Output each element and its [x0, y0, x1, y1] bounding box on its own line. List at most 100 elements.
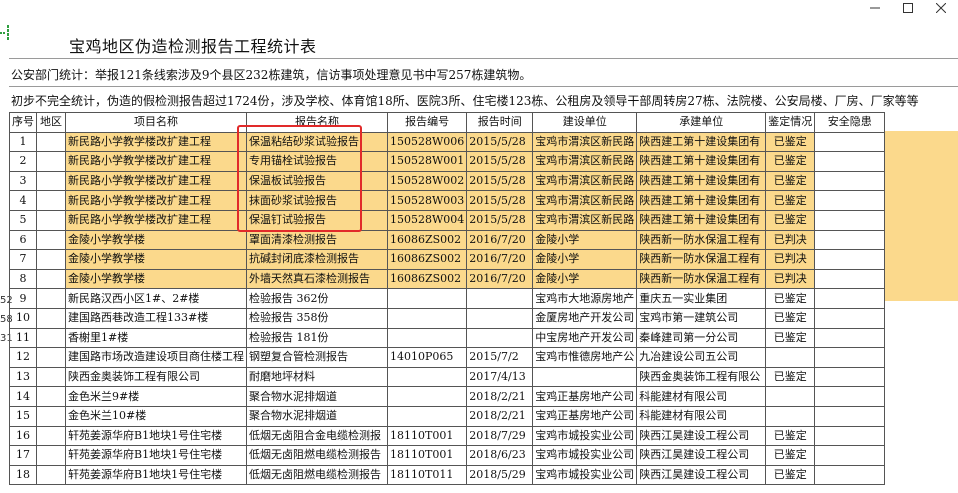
- cell-builder[interactable]: 金陵小学: [532, 229, 638, 251]
- cell-status[interactable]: [765, 386, 816, 407]
- table-row[interactable]: 12 建国路市场改造建设项目商住楼工程 钢塑复合管检测报告 14010P065 2015…: [9, 347, 886, 368]
- cell-area[interactable]: [36, 268, 66, 290]
- cell-report[interactable]: 聚合物水泥排烟道: [246, 405, 388, 427]
- table-row[interactable]: 8 金陵小学教学楼 外墙天然真石漆检测报告 16086ZS002 2016/7/20 金陵…: [9, 268, 886, 290]
- cell-builder[interactable]: 宝鸡市惟德房地产公: [532, 347, 638, 368]
- cell-builder[interactable]: 宝鸡市渭滨区新民路: [532, 190, 638, 211]
- cell-no[interactable]: 16: [9, 425, 37, 447]
- cell-code[interactable]: 16086ZS002: [386, 229, 468, 251]
- cell-no[interactable]: 15: [9, 405, 37, 427]
- cell-project[interactable]: 香榭里1#楼: [65, 327, 247, 349]
- cell-code[interactable]: 18110T001: [386, 445, 468, 466]
- cell-no[interactable]: 5: [9, 209, 37, 231]
- cell-area[interactable]: [36, 347, 66, 368]
- cell-area[interactable]: [36, 307, 66, 329]
- cell-project[interactable]: 陕西金奥装饰工程有限公司: [65, 366, 247, 388]
- cell-area[interactable]: [36, 151, 66, 172]
- cell-report[interactable]: 检验报告 362份: [246, 288, 388, 309]
- table-row[interactable]: 13 陕西金奥装饰工程有限公司 耐磨地坪材料 2017/4/13 陕西金奥装饰工程有限公…: [9, 366, 886, 388]
- cell-builder[interactable]: 宝鸡市城投实业公司: [532, 445, 638, 466]
- column-header[interactable]: 建设单位: [532, 112, 638, 133]
- cell-report[interactable]: 低烟无卤阻合金电缆检测报: [246, 425, 388, 447]
- column-header[interactable]: 项目名称: [65, 112, 247, 133]
- cell-builder[interactable]: [532, 366, 638, 388]
- cell-status[interactable]: 已鉴定: [765, 425, 816, 447]
- column-header[interactable]: 地区: [36, 112, 66, 133]
- cell-area[interactable]: [36, 131, 66, 153]
- cell-risk[interactable]: [814, 151, 886, 172]
- cell-builder[interactable]: 金陵小学: [532, 268, 638, 290]
- cell-date[interactable]: 2016/7/20: [466, 229, 534, 251]
- cell-contractor[interactable]: 陕西新一防水保温工程有: [636, 229, 767, 251]
- cell-builder[interactable]: 宝鸡市渭滨区新民路: [532, 209, 638, 231]
- cell-status[interactable]: 已鉴定: [765, 366, 816, 388]
- cell-no[interactable]: 13: [9, 366, 37, 388]
- cell-risk[interactable]: [814, 170, 886, 192]
- cell-risk[interactable]: [814, 249, 886, 270]
- cell-contractor[interactable]: 秦峰建司第一分公司: [636, 327, 767, 349]
- cell-risk[interactable]: [814, 386, 886, 407]
- cell-report[interactable]: 钢塑复合管检测报告: [246, 347, 388, 368]
- cell-contractor[interactable]: 九冶建设公司五公司: [636, 347, 767, 368]
- cell-area[interactable]: [36, 288, 66, 309]
- cell-code[interactable]: 150528W002: [386, 170, 468, 192]
- cell-contractor[interactable]: 陕西江昊建设工程公司: [636, 464, 767, 486]
- table-row[interactable]: 14 金色米兰9#楼 聚合物水泥排烟道 2018/2/21 宝鸡正基房地产公司 科能建材有…: [9, 386, 886, 407]
- cell-no[interactable]: 10: [9, 307, 37, 329]
- cell-status[interactable]: 已判决: [765, 249, 816, 270]
- cell-builder[interactable]: 宝鸡市大地源房地产: [532, 288, 638, 309]
- maximize-button[interactable]: [893, 0, 923, 16]
- cell-builder[interactable]: 金陵小学: [532, 249, 638, 270]
- cell-date[interactable]: 2018/7/29: [466, 425, 534, 447]
- cell-report[interactable]: 低烟无卤阻燃电缆检测报告: [246, 445, 388, 466]
- cell-area[interactable]: [36, 170, 66, 192]
- cell-status[interactable]: [765, 347, 816, 368]
- cell-code[interactable]: 18110T011: [386, 464, 468, 486]
- cell-report[interactable]: 外墙天然真石漆检测报告: [246, 268, 388, 290]
- cell-risk[interactable]: [814, 327, 886, 349]
- cell-area[interactable]: [36, 366, 66, 388]
- cell-status[interactable]: 已鉴定: [765, 209, 816, 231]
- cell-area[interactable]: [36, 190, 66, 211]
- cell-project[interactable]: 轩苑姜源华府B1地块1号住宅楼: [65, 425, 247, 447]
- cell-project[interactable]: 金陵小学教学楼: [65, 249, 247, 270]
- cell-risk[interactable]: [814, 209, 886, 231]
- cell-contractor[interactable]: 陕西建工第十建设集团有: [636, 170, 767, 192]
- cell-area[interactable]: [36, 229, 66, 251]
- cell-code[interactable]: [386, 288, 468, 309]
- cell-status[interactable]: 已判决: [765, 268, 816, 290]
- cell-no[interactable]: 7: [9, 249, 37, 270]
- cell-code[interactable]: 150528W003: [386, 190, 468, 211]
- cell-code[interactable]: 16086ZS002: [386, 249, 468, 270]
- cell-report[interactable]: 低烟无卤阻燃电缆检测报告: [246, 464, 388, 486]
- cell-area[interactable]: [36, 209, 66, 231]
- table-row[interactable]: 11 香榭里1#楼 检验报告 181份 中宝房地产开发公司 秦峰建司第一分公司 已鉴定: [9, 327, 886, 349]
- cell-risk[interactable]: [814, 347, 886, 368]
- cell-project[interactable]: 新民路小学教学楼改扩建工程: [65, 170, 247, 192]
- table-row[interactable]: 9 新民路汉西小区1#、2#楼 检验报告 362份 宝鸡市大地源房地产 重庆五一实业集团…: [9, 288, 886, 309]
- cell-status[interactable]: 已鉴定: [765, 190, 816, 211]
- cell-code[interactable]: 14010P065: [386, 347, 468, 368]
- cell-no[interactable]: 2: [9, 151, 37, 172]
- cell-risk[interactable]: [814, 131, 886, 153]
- table-row[interactable]: 17 轩苑姜源华府B1地块1号住宅楼 低烟无卤阻燃电缆检测报告 18110T001 20…: [9, 445, 886, 466]
- cell-date[interactable]: 2015/5/28: [466, 131, 534, 153]
- table-row[interactable]: 4 新民路小学教学楼改扩建工程 抹面砂浆试验报告 150528W003 2015/5/2…: [9, 190, 886, 211]
- cell-risk[interactable]: [814, 288, 886, 309]
- cell-project[interactable]: 新民路汉西小区1#、2#楼: [65, 288, 247, 309]
- column-header[interactable]: 序号: [9, 112, 37, 133]
- table-row[interactable]: 5 新民路小学教学楼改扩建工程 保温钉试验报告 150528W004 2015/5/28…: [9, 209, 886, 231]
- cell-project[interactable]: 轩苑姜源华府B1地块1号住宅楼: [65, 464, 247, 486]
- cell-risk[interactable]: [814, 268, 886, 290]
- cell-builder[interactable]: 宝鸡市渭滨区新民路: [532, 131, 638, 153]
- cell-status[interactable]: 已鉴定: [765, 170, 816, 192]
- column-header[interactable]: 承建单位: [636, 112, 767, 133]
- cell-contractor[interactable]: 陕西金奥装饰工程有限公: [636, 366, 767, 388]
- cell-status[interactable]: 已鉴定: [765, 151, 816, 172]
- cell-no[interactable]: 3: [9, 170, 37, 192]
- cell-project[interactable]: 金色米兰9#楼: [65, 386, 247, 407]
- cell-no[interactable]: 9: [9, 288, 37, 309]
- cell-code[interactable]: 150528W001: [386, 151, 468, 172]
- cell-builder[interactable]: 宝鸡正基房地产公司: [532, 386, 638, 407]
- cell-area[interactable]: [36, 445, 66, 466]
